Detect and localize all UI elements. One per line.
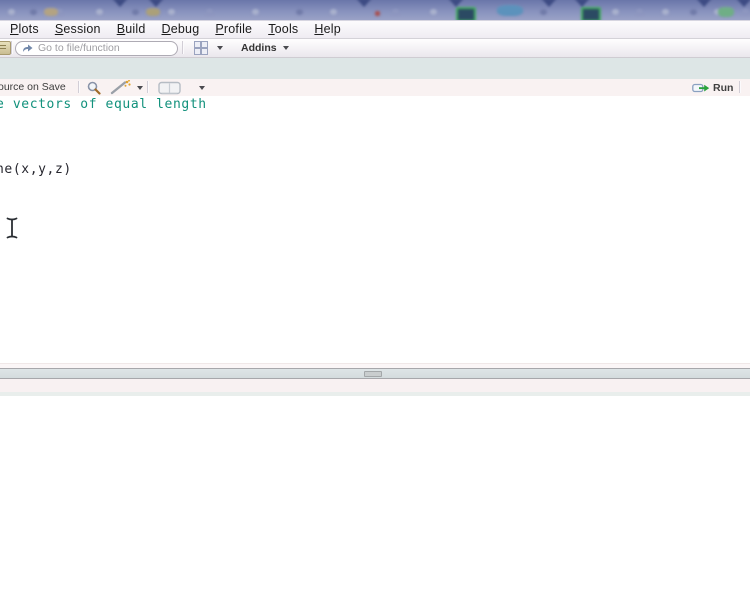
- menu-profile[interactable]: Profile: [207, 21, 260, 38]
- pane-splitter[interactable]: [0, 368, 750, 379]
- goto-arrow-icon: [23, 44, 33, 52]
- console-pane-header: [0, 379, 750, 392]
- source-on-save-label[interactable]: ource on Save: [0, 79, 66, 96]
- run-button[interactable]: Run: [692, 79, 733, 96]
- source-editor[interactable]: e vectors of equal length ne(x,y,z): [0, 96, 750, 363]
- chevron-down-icon[interactable]: [217, 46, 223, 50]
- toolbar-separator: [182, 41, 183, 54]
- code-statement-line: ne(x,y,z): [0, 162, 72, 177]
- menu-session[interactable]: Session: [47, 21, 109, 38]
- code-comment-line: e vectors of equal length: [0, 97, 207, 112]
- toolbar-separator: [11, 41, 12, 54]
- blurred-shapes: [0, 0, 750, 20]
- goto-file-searchbox[interactable]: [15, 40, 178, 56]
- toolbar-separator: [739, 81, 740, 93]
- compile-notebook-icon[interactable]: [157, 80, 182, 95]
- text-cursor-pointer: [6, 217, 18, 239]
- run-icon: [692, 83, 710, 92]
- run-label: Run: [713, 81, 734, 94]
- chevron-down-icon[interactable]: [283, 46, 289, 50]
- blurred-background-strip: [0, 0, 750, 21]
- search-input[interactable]: [36, 41, 160, 55]
- menu-bar: Plots Session Build Debug Profile Tools …: [0, 21, 750, 39]
- main-toolbar: Addins: [0, 39, 750, 58]
- source-pane-toolbar: ource on Save Run: [0, 79, 750, 97]
- console-pane-body[interactable]: [0, 396, 750, 600]
- menu-debug[interactable]: Debug: [154, 21, 208, 38]
- panes-grid-icon[interactable]: [194, 41, 208, 55]
- chevron-down-icon[interactable]: [199, 86, 205, 90]
- menu-plots[interactable]: Plots: [2, 21, 47, 38]
- splitter-grip-icon[interactable]: [364, 371, 382, 377]
- menu-tools[interactable]: Tools: [260, 21, 306, 38]
- chevron-down-icon[interactable]: [137, 86, 143, 90]
- menu-help[interactable]: Help: [306, 21, 349, 38]
- menu-build[interactable]: Build: [109, 21, 154, 38]
- rstudio-window: Plots Session Build Debug Profile Tools …: [0, 0, 750, 600]
- magic-wand-icon[interactable]: [110, 80, 132, 95]
- toolbar-separator: [78, 81, 79, 93]
- addins-button[interactable]: Addins: [241, 39, 277, 57]
- search-icon[interactable]: [86, 80, 102, 95]
- pane-background: [0, 58, 750, 79]
- save-icon[interactable]: [0, 41, 11, 55]
- toolbar-separator: [147, 81, 148, 93]
